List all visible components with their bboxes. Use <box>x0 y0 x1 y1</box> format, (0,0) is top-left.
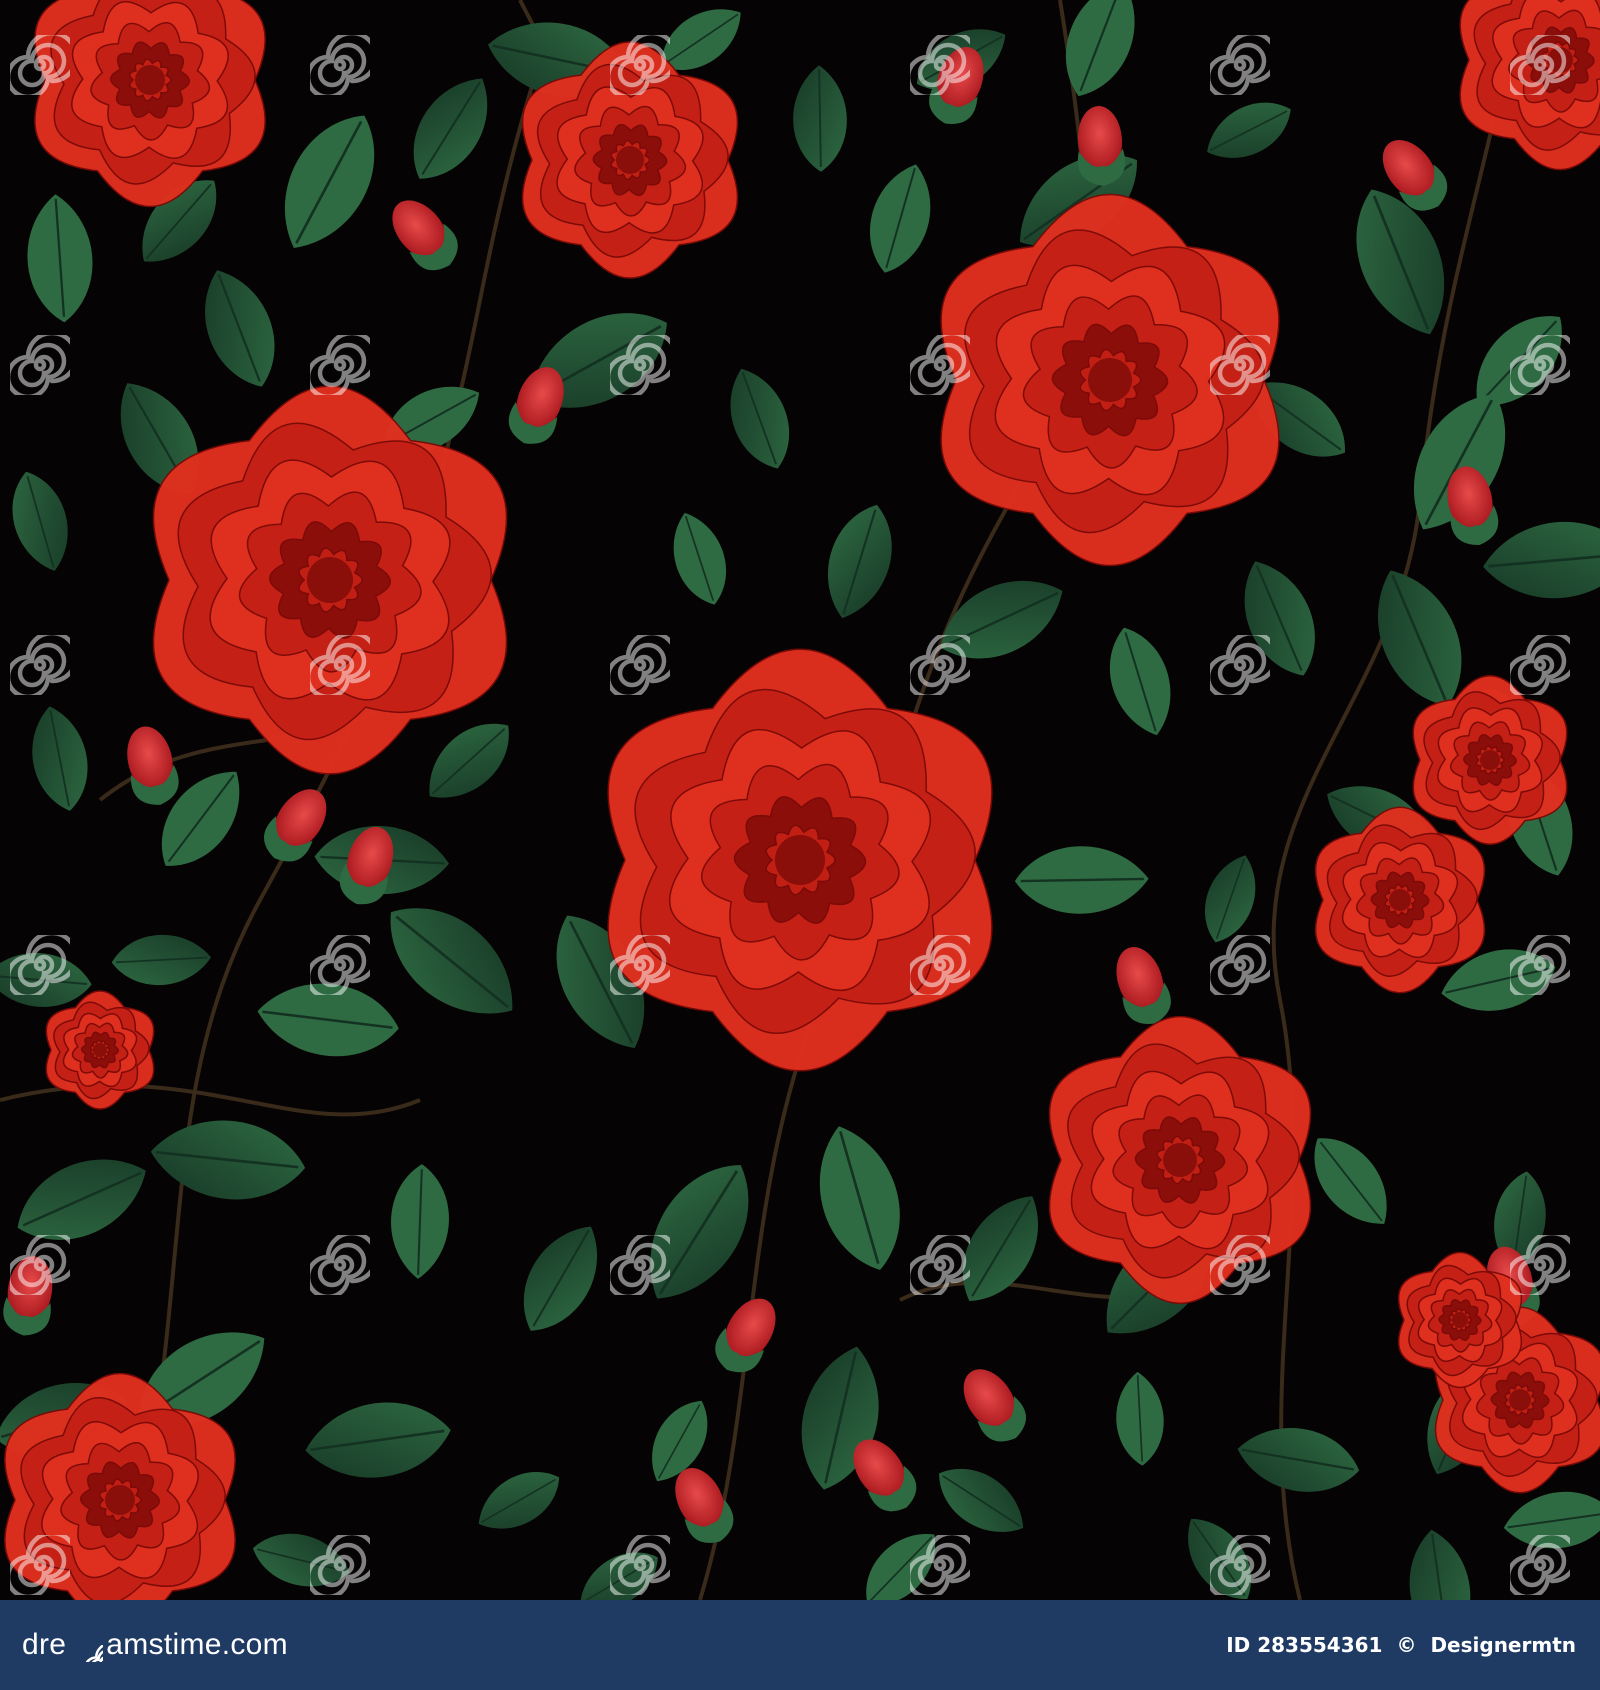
red-rose <box>45 990 155 1110</box>
leaf <box>793 65 847 172</box>
watermark-swirl <box>8 633 76 697</box>
leaf <box>305 1402 451 1478</box>
brand-suffix: amstime.com <box>106 1628 288 1661</box>
leaf <box>413 78 488 179</box>
author-name[interactable]: Designermtn <box>1430 1633 1576 1657</box>
leaf <box>32 706 88 811</box>
rose-bud <box>127 726 179 805</box>
leaf <box>429 723 509 798</box>
leaf <box>828 504 892 619</box>
watermark-swirl <box>1208 33 1276 97</box>
rose-pattern-artwork <box>0 0 1600 1600</box>
leaf <box>673 512 727 605</box>
rose-bud <box>1077 106 1126 186</box>
leaf <box>870 164 931 273</box>
dreamstime-brand-link[interactable]: dre amstime.com <box>22 1628 288 1662</box>
red-rose <box>152 385 508 775</box>
leaf <box>1314 1138 1387 1224</box>
leaf <box>1483 521 1600 599</box>
watermark-swirl <box>308 33 376 97</box>
leaf <box>17 1159 146 1240</box>
leaf <box>819 1126 900 1270</box>
leaf <box>1116 1371 1164 1466</box>
brand-prefix: dre <box>22 1628 67 1661</box>
leaf <box>1237 1428 1360 1492</box>
leaf <box>1014 846 1149 914</box>
leaf <box>1204 855 1256 943</box>
swirl-icon <box>69 1628 103 1662</box>
image-credit: ID 283554361 © Designermtn <box>1226 1633 1576 1657</box>
watermark-swirl <box>1208 933 1276 997</box>
leaf <box>391 1164 449 1279</box>
watermark-swirl <box>308 1233 376 1297</box>
red-rose <box>607 648 993 1072</box>
leaf <box>478 1472 560 1529</box>
red-rose <box>1314 806 1486 994</box>
leaf <box>730 368 790 469</box>
leaf <box>205 270 275 387</box>
leaf <box>1207 102 1291 158</box>
leaf <box>27 194 93 323</box>
footer-bar: dre amstime.com ID 283554361 © Designerm… <box>0 1600 1600 1690</box>
page: dre amstime.com ID 283554361 © Designerm… <box>0 0 1600 1690</box>
red-rose <box>940 193 1280 567</box>
red-rose <box>1048 1015 1312 1305</box>
rose-bud <box>392 200 458 271</box>
rose-bud <box>715 1298 776 1373</box>
rose-pattern-canvas <box>0 0 1600 1600</box>
image-id: ID 283554361 <box>1226 1633 1383 1657</box>
leaf <box>1188 1518 1252 1599</box>
rose-bud <box>3 1256 53 1336</box>
leaf <box>111 934 211 986</box>
leaf <box>523 1226 597 1331</box>
watermark-swirl <box>8 333 76 397</box>
leaf <box>150 1120 306 1200</box>
watermark-swirl <box>608 633 676 697</box>
leaf <box>257 983 399 1057</box>
leaf <box>1409 1529 1471 1600</box>
leaf <box>1065 0 1135 97</box>
leaf <box>1109 627 1171 736</box>
leaf <box>285 115 375 248</box>
rose-bud <box>1116 947 1171 1024</box>
leaf <box>12 471 68 571</box>
rose-bud <box>963 1369 1027 1442</box>
copyright-symbol: © <box>1396 1633 1417 1657</box>
leaf <box>939 1468 1024 1532</box>
red-rose <box>34 0 266 207</box>
watermark-swirl <box>1508 633 1576 697</box>
